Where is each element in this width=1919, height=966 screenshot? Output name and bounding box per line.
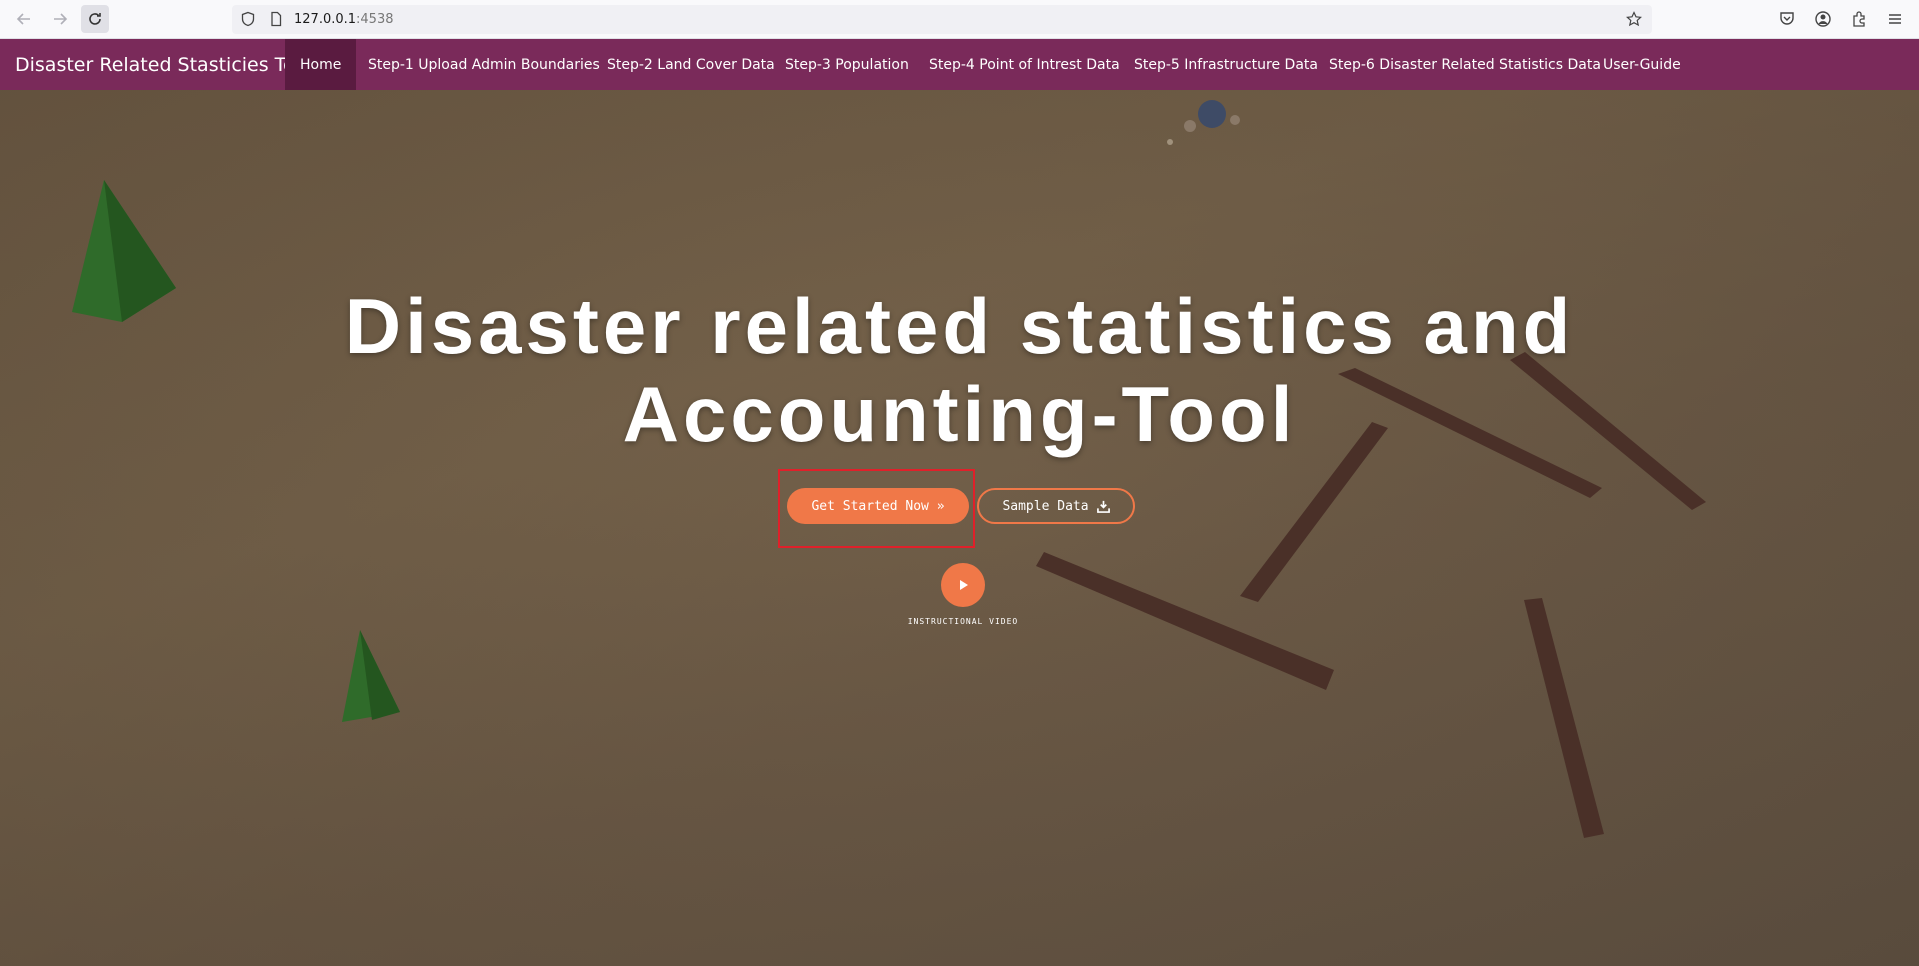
back-arrow-icon[interactable] <box>10 5 38 33</box>
sample-data-button[interactable]: Sample Data <box>977 488 1135 524</box>
main-navbar: Disaster Related Stasticies Tool Home St… <box>0 39 1919 90</box>
shield-icon[interactable] <box>240 11 256 27</box>
star-icon[interactable] <box>1626 11 1642 27</box>
get-started-button[interactable]: Get Started Now » <box>787 488 969 524</box>
download-icon <box>1096 500 1110 513</box>
reload-icon[interactable] <box>81 5 109 33</box>
nav-step6-disaster-statistics[interactable]: Step-6 Disaster Related Statistics Data <box>1314 39 1616 90</box>
brand-title[interactable]: Disaster Related Stasticies Tool <box>15 54 312 76</box>
sample-data-label: Sample Data <box>1002 498 1089 514</box>
nav-step1-admin-boundaries[interactable]: Step-1 Upload Admin Boundaries <box>353 39 615 90</box>
menu-icon[interactable] <box>1886 10 1904 28</box>
play-video-button[interactable] <box>941 563 985 607</box>
browser-toolbar: 127.0.0.1:4538 <box>0 0 1919 39</box>
extensions-icon[interactable] <box>1850 10 1868 28</box>
play-icon <box>960 580 968 590</box>
nav-step3-population[interactable]: Step-3 Population <box>770 39 924 90</box>
hero-title: Disaster related statistics and Accounti… <box>0 282 1919 458</box>
url-text[interactable]: 127.0.0.1:4538 <box>294 12 394 27</box>
page-icon <box>271 11 282 27</box>
pocket-icon[interactable] <box>1778 10 1796 28</box>
instructional-video-label: INSTRUCTIONAL VIDEO <box>907 617 1019 626</box>
url-host: 127.0.0.1 <box>294 12 357 27</box>
url-bar[interactable]: 127.0.0.1:4538 <box>232 5 1652 34</box>
forward-arrow-icon[interactable] <box>46 5 74 33</box>
url-port: :4538 <box>356 12 394 27</box>
nav-step2-land-cover[interactable]: Step-2 Land Cover Data <box>592 39 790 90</box>
hero-title-line1: Disaster related statistics and <box>344 282 1575 370</box>
nav-user-guide[interactable]: User-Guide <box>1588 39 1696 90</box>
nav-step5-infrastructure[interactable]: Step-5 Infrastructure Data <box>1119 39 1333 90</box>
account-icon[interactable] <box>1814 10 1832 28</box>
hero-title-line2: Accounting-Tool <box>622 370 1297 458</box>
nav-home[interactable]: Home <box>285 39 357 90</box>
nav-step4-point-of-interest[interactable]: Step-4 Point of Intrest Data <box>914 39 1135 90</box>
